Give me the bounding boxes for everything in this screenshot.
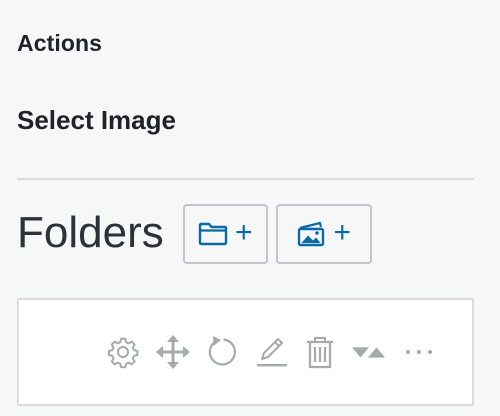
divider (17, 178, 474, 180)
actions-panel: Actions Select Image Folders + + (0, 0, 500, 416)
refresh-icon[interactable] (204, 334, 240, 370)
folder-icon (198, 221, 228, 247)
folder-toolbar (17, 298, 474, 406)
folders-header: Folders + + (17, 204, 372, 264)
sort-icon[interactable] (351, 334, 387, 370)
new-media-folder-plus: + (333, 216, 351, 249)
new-folder-plus: + (234, 216, 253, 249)
more-icon[interactable] (401, 334, 437, 370)
image-folder-icon (296, 220, 326, 248)
new-media-folder-button[interactable]: + (275, 204, 372, 264)
folders-title: Folders (17, 208, 164, 257)
actions-heading: Actions (17, 30, 103, 56)
edit-icon[interactable] (254, 334, 290, 370)
trash-icon[interactable] (302, 334, 338, 370)
move-icon[interactable] (155, 334, 191, 370)
gear-icon[interactable] (105, 334, 141, 370)
select-image-link[interactable]: Select Image (17, 105, 176, 136)
new-folder-button[interactable]: + (182, 204, 268, 264)
